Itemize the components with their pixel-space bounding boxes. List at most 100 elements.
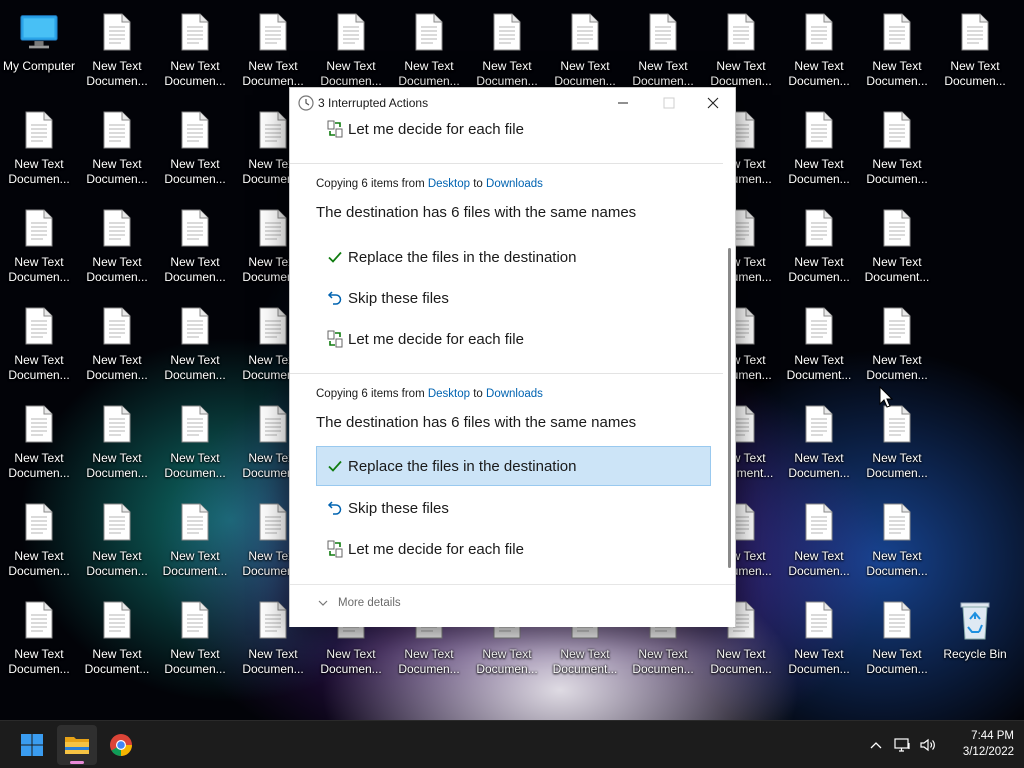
- my-computer[interactable]: My Computer: [0, 0, 78, 92]
- text-document[interactable]: New Text Documen...: [858, 294, 936, 386]
- desktop-icon-label: New Text Documen...: [86, 353, 148, 382]
- text-document-icon: [97, 400, 137, 448]
- desktop-icon-label: New Text Documen...: [8, 549, 70, 578]
- desktop-icon-label: New Text Documen...: [320, 59, 382, 88]
- decide-each-file-option[interactable]: Let me decide for each file: [316, 118, 711, 149]
- chrome-button[interactable]: [101, 725, 141, 765]
- text-document[interactable]: New Text Documen...: [780, 196, 858, 288]
- text-document[interactable]: New Text Documen...: [156, 196, 234, 288]
- text-document[interactable]: New Text Documen...: [624, 0, 702, 92]
- text-document[interactable]: New Text Documen...: [546, 0, 624, 92]
- text-document[interactable]: New Text Document...: [156, 490, 234, 582]
- text-document[interactable]: New Text Documen...: [468, 0, 546, 92]
- text-document[interactable]: New Text Documen...: [780, 490, 858, 582]
- volume-icon[interactable]: [918, 735, 938, 755]
- text-document[interactable]: New Text Documen...: [156, 294, 234, 386]
- conflict-heading: The destination has 6 files with the sam…: [316, 204, 637, 221]
- destination-link[interactable]: Downloads: [486, 178, 543, 190]
- file-explorer-button[interactable]: [57, 725, 97, 765]
- text-document[interactable]: New Text Documen...: [858, 588, 936, 680]
- text-document[interactable]: New Text Documen...: [0, 588, 78, 680]
- text-document[interactable]: New Text Documen...: [0, 490, 78, 582]
- network-icon[interactable]: [893, 735, 913, 755]
- text-document[interactable]: New Text Documen...: [780, 392, 858, 484]
- text-document[interactable]: New Text Documen...: [858, 98, 936, 190]
- desktop-icon-label: New Text Documen...: [788, 549, 850, 578]
- more-details-toggle[interactable]: More details: [318, 597, 401, 609]
- more-details-label: More details: [338, 597, 401, 609]
- source-link[interactable]: Desktop: [428, 178, 470, 190]
- text-document[interactable]: New Text Documen...: [858, 490, 936, 582]
- decide-each-file-option[interactable]: Let me decide for each file: [316, 319, 711, 359]
- my-computer-icon: [19, 8, 59, 56]
- desktop-icon-label: New Text Documen...: [86, 255, 148, 284]
- replace-files-option[interactable]: Replace the files in the destination: [316, 446, 711, 486]
- text-document-icon: [331, 8, 371, 56]
- copy-description: Copying 6 items from Desktop to Download…: [316, 388, 543, 400]
- text-document-icon: [487, 8, 527, 56]
- text-document[interactable]: New Text Documen...: [78, 294, 156, 386]
- recycle-bin[interactable]: Recycle Bin: [936, 588, 1014, 680]
- text-document-icon: [175, 498, 215, 546]
- option-label: Skip these files: [348, 499, 449, 517]
- text-document[interactable]: New Text Documen...: [78, 0, 156, 92]
- taskbar-time[interactable]: 7:44 PM: [940, 730, 1014, 742]
- text-document-icon: [565, 8, 605, 56]
- desktop-icon-label: My Computer: [2, 59, 76, 73]
- text-document[interactable]: New Text Documen...: [936, 0, 1014, 92]
- text-document-icon: [877, 204, 917, 252]
- text-document[interactable]: New Text Document...: [78, 588, 156, 680]
- desktop-icon-label: New Text Documen...: [164, 647, 226, 676]
- text-document[interactable]: New Text Documen...: [0, 294, 78, 386]
- source-link[interactable]: Desktop: [428, 388, 470, 400]
- text-document[interactable]: New Text Documen...: [780, 98, 858, 190]
- text-document[interactable]: New Text Documen...: [312, 0, 390, 92]
- destination-link[interactable]: Downloads: [486, 388, 543, 400]
- skip-files-option[interactable]: Skip these files: [316, 278, 711, 318]
- desktop-icon-label: New Text Documen...: [86, 451, 148, 480]
- desktop-icon-label: New Text Documen...: [866, 353, 928, 382]
- close-button[interactable]: [690, 88, 736, 118]
- undo-arrow-icon: [325, 498, 345, 518]
- text-document[interactable]: New Text Documen...: [0, 392, 78, 484]
- text-document[interactable]: New Text Documen...: [78, 98, 156, 190]
- text-document[interactable]: New Text Documen...: [702, 0, 780, 92]
- text-document[interactable]: New Text Documen...: [0, 98, 78, 190]
- skip-files-option[interactable]: Skip these files: [316, 488, 711, 528]
- scrollbar-thumb[interactable]: [728, 248, 731, 568]
- desktop-icon-label: New Text Documen...: [476, 59, 538, 88]
- title-bar[interactable]: 3 Interrupted Actions: [290, 88, 735, 118]
- text-document[interactable]: New Text Documen...: [780, 0, 858, 92]
- text-document[interactable]: New Text Documen...: [234, 0, 312, 92]
- text-document[interactable]: New Text Documen...: [156, 98, 234, 190]
- text-document[interactable]: New Text Documen...: [156, 0, 234, 92]
- recycle-bin-icon: [955, 596, 995, 644]
- desktop-icon-label: New Text Documen...: [164, 255, 226, 284]
- text-document[interactable]: New Text Documen...: [78, 196, 156, 288]
- text-document[interactable]: New Text Documen...: [0, 196, 78, 288]
- chevron-down-icon: [318, 600, 328, 606]
- minimize-button[interactable]: [600, 88, 646, 118]
- undo-arrow-icon: [325, 288, 345, 308]
- desktop-icon-label: New Text Document...: [84, 647, 150, 676]
- text-document[interactable]: New Text Documen...: [78, 490, 156, 582]
- text-document[interactable]: New Text Documen...: [156, 588, 234, 680]
- taskbar-date[interactable]: 3/12/2022: [940, 746, 1014, 758]
- text-document[interactable]: New Text Documen...: [390, 0, 468, 92]
- text-document[interactable]: New Text Documen...: [858, 0, 936, 92]
- option-label: Skip these files: [348, 289, 449, 307]
- dialog-content: Let me decide for each file Copying 6 it…: [290, 118, 723, 584]
- text-document[interactable]: New Text Document...: [780, 294, 858, 386]
- desktop-icon-label: New Text Documen...: [788, 157, 850, 186]
- replace-files-option[interactable]: Replace the files in the destination: [316, 237, 711, 277]
- show-hidden-icons-chevron-icon[interactable]: [866, 735, 886, 755]
- text-document[interactable]: New Text Documen...: [780, 588, 858, 680]
- text-document[interactable]: New Text Documen...: [156, 392, 234, 484]
- text-document[interactable]: New Text Documen...: [78, 392, 156, 484]
- text-document-icon: [877, 302, 917, 350]
- text-document[interactable]: New Text Document...: [858, 196, 936, 288]
- vertical-scrollbar[interactable]: [726, 118, 734, 584]
- text-document[interactable]: New Text Documen...: [858, 392, 936, 484]
- start-button[interactable]: [12, 725, 52, 765]
- decide-each-file-option[interactable]: Let me decide for each file: [316, 529, 711, 569]
